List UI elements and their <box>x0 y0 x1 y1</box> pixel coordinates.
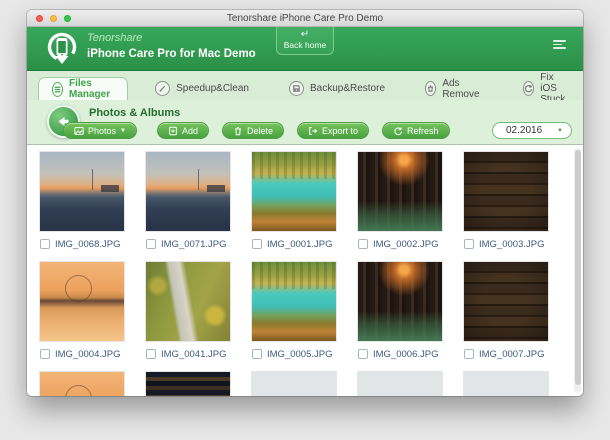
photo-thumb[interactable] <box>358 152 442 231</box>
photo-thumb[interactable] <box>40 152 124 231</box>
photo-checkbox[interactable] <box>358 239 368 249</box>
delete-icon <box>235 126 241 135</box>
photo-cell: IMG_0071.JPG <box>146 152 230 251</box>
photo-filename: IMG_0006.JPG <box>373 348 439 360</box>
brand-subtitle: iPhone Care Pro for Mac Demo <box>87 48 256 60</box>
photo-thumb[interactable] <box>252 152 336 231</box>
photo-filename: IMG_0071.JPG <box>161 238 227 250</box>
photo-cell: IMG_0002.JPG <box>358 152 442 251</box>
photo-thumb[interactable] <box>252 262 336 341</box>
photo-cell <box>252 372 336 396</box>
photo-checkbox[interactable] <box>464 349 474 359</box>
photo-filename: IMG_0005.JPG <box>267 348 333 360</box>
tab-bar: Files Manager Speedup&Clean Backup&Resto… <box>27 71 583 105</box>
photo-grid: IMG_0068.JPG IMG_0071.JPG IMG_0001.JPG I… <box>40 152 548 396</box>
tab-fix-ios-stuck[interactable]: Fix iOS Stuck <box>510 72 582 105</box>
photo-cell: IMG_0005.JPG <box>252 262 336 361</box>
photo-checkbox[interactable] <box>146 349 156 359</box>
photo-filename: IMG_0041.JPG <box>161 348 227 360</box>
close-button[interactable] <box>36 15 43 22</box>
photo-filename: IMG_0004.JPG <box>55 348 121 360</box>
export-icon <box>309 126 318 135</box>
vertical-scrollbar[interactable] <box>574 148 581 393</box>
photo-filename: IMG_0002.JPG <box>373 238 439 250</box>
photo-cell <box>358 372 442 396</box>
photos-dropdown-button[interactable]: Photos ▼ <box>63 122 137 139</box>
photo-thumb[interactable] <box>146 152 230 231</box>
photo-checkbox[interactable] <box>40 349 50 359</box>
photo-checkbox[interactable] <box>464 239 474 249</box>
export-button[interactable]: Export to <box>297 122 370 139</box>
tab-files-manager[interactable]: Files Manager <box>38 77 129 100</box>
photo-checkbox[interactable] <box>252 239 262 249</box>
photo-cell: IMG_0003.JPG <box>464 152 548 251</box>
section-title: Photos & Albums <box>89 107 181 119</box>
date-filter-select[interactable]: 02.2016 ▼ <box>492 122 572 139</box>
photo-cell: IMG_0007.JPG <box>464 262 548 361</box>
back-home-button[interactable]: ↵ Back home <box>276 27 334 55</box>
photo-filename: IMG_0007.JPG <box>479 348 545 360</box>
files-manager-icon <box>52 81 63 97</box>
photo-cell: IMG_0041.JPG <box>146 262 230 361</box>
window-title: Tenorshare iPhone Care Pro Demo <box>226 12 384 24</box>
tenorshare-logo-icon <box>47 32 77 64</box>
photo-cell: IMG_0001.JPG <box>252 152 336 251</box>
titlebar: Tenorshare iPhone Care Pro Demo <box>27 10 583 27</box>
tab-backup-restore[interactable]: Backup&Restore <box>276 77 398 100</box>
photo-thumb[interactable] <box>464 262 548 341</box>
photo-thumb[interactable] <box>358 262 442 341</box>
photo-grid-area: IMG_0068.JPG IMG_0071.JPG IMG_0001.JPG I… <box>27 145 583 396</box>
photo-thumb[interactable] <box>464 152 548 231</box>
photo-thumb[interactable] <box>40 262 124 341</box>
photo-cell: IMG_0004.JPG <box>40 262 124 361</box>
app-window: Tenorshare iPhone Care Pro Demo Tenorsha… <box>27 10 583 396</box>
tab-speedup-clean[interactable]: Speedup&Clean <box>142 77 262 100</box>
scrollbar-thumb[interactable] <box>574 150 581 385</box>
zoom-button[interactable] <box>64 15 71 22</box>
return-icon: ↵ <box>300 29 310 40</box>
photo-thumb[interactable] <box>40 372 124 396</box>
dropdown-caret-icon: ▼ <box>120 127 126 134</box>
delete-button[interactable]: Delete <box>222 122 285 139</box>
photo-checkbox[interactable] <box>252 349 262 359</box>
photo-checkbox[interactable] <box>146 239 156 249</box>
photo-checkbox[interactable] <box>40 239 50 249</box>
backup-restore-icon <box>288 81 304 96</box>
fix-ios-stuck-icon <box>523 81 535 96</box>
photo-thumb[interactable] <box>252 372 336 396</box>
refresh-button[interactable]: Refresh <box>382 122 450 139</box>
photo-thumb[interactable] <box>464 372 548 396</box>
photo-cell: IMG_0068.JPG <box>40 152 124 251</box>
brand-block: Tenorshare iPhone Care Pro for Mac Demo <box>87 32 256 60</box>
add-icon <box>169 126 177 135</box>
photo-filename: IMG_0001.JPG <box>267 238 333 250</box>
add-button[interactable]: Add <box>156 122 209 139</box>
traffic-lights <box>36 15 71 22</box>
photo-cell <box>464 372 548 396</box>
ads-remove-icon <box>425 81 437 96</box>
date-caret-icon: ▼ <box>557 127 563 134</box>
photo-thumb[interactable] <box>146 262 230 341</box>
photo-checkbox[interactable] <box>358 349 368 359</box>
refresh-icon <box>394 127 403 135</box>
photo-filename: IMG_0003.JPG <box>479 238 545 250</box>
photo-cell <box>146 372 230 396</box>
photos-icon <box>74 126 84 135</box>
photo-filename: IMG_0068.JPG <box>55 238 121 250</box>
app-header: Tenorshare iPhone Care Pro for Mac Demo … <box>27 27 583 71</box>
menu-icon[interactable] <box>553 40 566 51</box>
minimize-button[interactable] <box>50 15 57 22</box>
speedup-clean-icon <box>155 81 171 96</box>
tab-ads-remove[interactable]: Ads Remove <box>412 77 496 100</box>
photo-cell: IMG_0006.JPG <box>358 262 442 361</box>
photos-toolbar: Photos & Albums Photos ▼ Add Delete Expo… <box>27 100 583 145</box>
brand-name: Tenorshare <box>87 32 143 44</box>
photo-thumb[interactable] <box>358 372 442 396</box>
photo-thumb[interactable] <box>146 372 230 396</box>
toolbar-buttons: Photos ▼ Add Delete Export to Refresh <box>63 122 463 139</box>
photo-cell <box>40 372 124 396</box>
